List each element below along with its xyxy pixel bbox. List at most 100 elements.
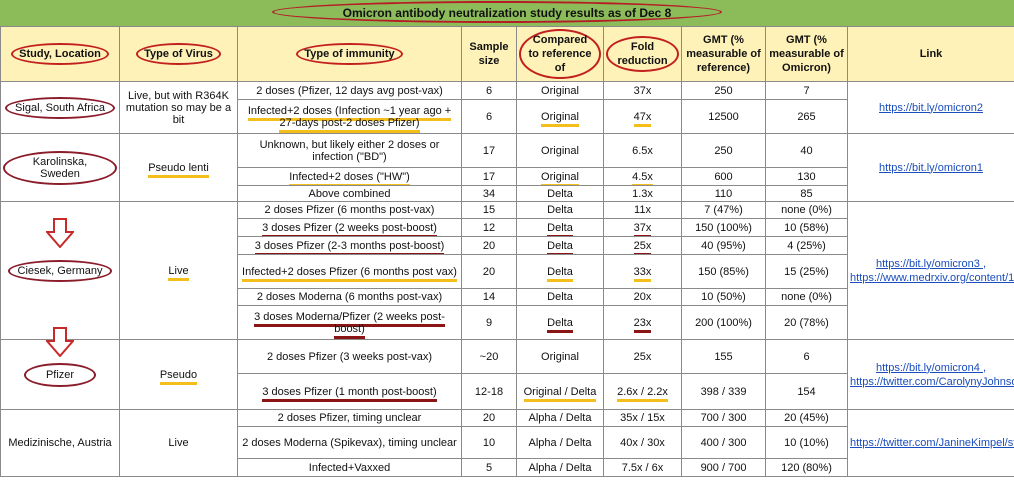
down-arrow-icon [46, 218, 74, 248]
fold-cell: 6.5x [603, 133, 682, 168]
fold-cell: 25x [603, 339, 682, 374]
gmt-ref-cell: 150 (85%) [681, 254, 766, 289]
immunity-cell: 2 doses (Pfizer, 12 days avg post-vax) [237, 81, 462, 100]
header-row: Study, Location Type of Virus Type of im… [0, 26, 1014, 82]
gmt-omi-cell: 7 [765, 81, 848, 100]
immunity-cell: 3 doses Pfizer (2-3 months post-boost) [237, 236, 462, 255]
fold-cell: 7.5x / 6x [603, 458, 682, 477]
gmt-ref-cell: 398 / 339 [681, 373, 766, 410]
gmt-omi-cell: 265 [765, 99, 848, 134]
study-medizin: Medizinische, Austria [0, 409, 120, 477]
sample-cell: 5 [461, 458, 517, 477]
header-fold: Fold reduction [603, 26, 682, 82]
fold-cell: 35x / 15x [603, 409, 682, 427]
sample-cell: 6 [461, 99, 517, 134]
link-sigal[interactable]: https://bit.ly/omicron2 [847, 81, 1014, 134]
gmt-ref-cell: 155 [681, 339, 766, 374]
gmt-ref-cell: 900 / 700 [681, 458, 766, 477]
sample-cell: 17 [461, 167, 517, 186]
header-gmt-ref: GMT (% measurable of reference) [681, 26, 766, 82]
fold-cell: 2.6x / 2.2x [603, 373, 682, 410]
immunity-cell: 2 doses Moderna (6 months post-vax) [237, 288, 462, 306]
sample-cell: 14 [461, 288, 517, 306]
sample-cell: 9 [461, 305, 517, 340]
virus-sigal: Live, but with R364K mutation so may be … [119, 81, 238, 134]
gmt-ref-cell: 10 (50%) [681, 288, 766, 306]
fold-cell: 37x [603, 81, 682, 100]
gmt-omi-cell: 40 [765, 133, 848, 168]
fold-cell: 20x [603, 288, 682, 306]
results-table: Study, Location Type of Virus Type of im… [0, 26, 1014, 477]
link-pfizer[interactable]: https://bit.ly/omicron4 , https://twitte… [847, 339, 1014, 410]
gmt-omi-cell: 120 (80%) [765, 458, 848, 477]
immunity-cell: Unknown, but likely either 2 doses or in… [237, 133, 462, 168]
gmt-ref-cell: 110 [681, 185, 766, 202]
down-arrow-icon [46, 327, 74, 357]
fold-cell: 4.5x [603, 167, 682, 186]
title-annotation-oval [272, 1, 722, 23]
link-medizin[interactable]: https://twitter.com/JanineKimpel/status/… [847, 409, 1014, 477]
sample-cell: 34 [461, 185, 517, 202]
gmt-ref-cell: 150 (100%) [681, 218, 766, 237]
compared-cell: Delta [516, 305, 604, 340]
immunity-cell: 3 doses Pfizer (1 month post-boost) [237, 373, 462, 410]
link-karolinska[interactable]: https://bit.ly/omicron1 [847, 133, 1014, 202]
study-cell-sigal: Sigal, South Africa [0, 81, 120, 134]
header-sample: Sample size [461, 26, 517, 82]
compared-cell: Delta [516, 236, 604, 255]
gmt-ref-cell: 7 (47%) [681, 201, 766, 219]
sample-cell: ~20 [461, 339, 517, 374]
gmt-omi-cell: 85 [765, 185, 848, 202]
sample-cell: 20 [461, 254, 517, 289]
fold-cell: 11x [603, 201, 682, 219]
gmt-omi-cell: 6 [765, 339, 848, 374]
sample-cell: 15 [461, 201, 517, 219]
sample-cell: 10 [461, 426, 517, 459]
compared-cell: Original [516, 133, 604, 168]
fold-cell: 47x [603, 99, 682, 134]
gmt-ref-cell: 600 [681, 167, 766, 186]
gmt-omi-cell: 10 (10%) [765, 426, 848, 459]
fold-cell: 40x / 30x [603, 426, 682, 459]
gmt-omi-cell: none (0%) [765, 288, 848, 306]
table-row: Sigal, South Africa Live, but with R364K… [0, 81, 1014, 134]
table-row: Pfizer Pseudo 2 doses Pfizer (3 weeks po… [0, 339, 1014, 410]
compared-cell: Delta [516, 185, 604, 202]
immunity-cell: 3 doses Moderna/Pfizer (2 weeks post-boo… [237, 305, 462, 340]
immunity-cell: 2 doses Pfizer, timing unclear [237, 409, 462, 427]
compared-cell: Alpha / Delta [516, 409, 604, 427]
gmt-ref-cell: 12500 [681, 99, 766, 134]
compared-cell: Delta [516, 288, 604, 306]
immunity-cell: 2 doses Pfizer (6 months post-vax) [237, 201, 462, 219]
fold-cell: 23x [603, 305, 682, 340]
immunity-cell: 2 doses Pfizer (3 weeks post-vax) [237, 339, 462, 374]
compared-cell: Delta [516, 254, 604, 289]
immunity-cell: 2 doses Moderna (Spikevax), timing uncle… [237, 426, 462, 459]
gmt-ref-cell: 400 / 300 [681, 426, 766, 459]
gmt-omi-cell: 154 [765, 373, 848, 410]
sample-cell: 12-18 [461, 373, 517, 410]
gmt-omi-cell: 10 (58%) [765, 218, 848, 237]
study-sigal: Sigal, South Africa [5, 96, 115, 119]
table-row: Karolinska, Sweden Pseudo lenti Unknown,… [0, 133, 1014, 202]
header-link: Link [847, 26, 1014, 82]
virus-ciesek: Live [119, 201, 238, 340]
header-study: Study, Location [0, 26, 120, 82]
link-ciesek[interactable]: https://bit.ly/omicron3 , https://www.me… [847, 201, 1014, 340]
gmt-omi-cell: 20 (45%) [765, 409, 848, 427]
sample-cell: 6 [461, 81, 517, 100]
immunity-cell: Infected+2 doses ("HW") [237, 167, 462, 186]
sample-cell: 20 [461, 409, 517, 427]
header-virus: Type of Virus [119, 26, 238, 82]
immunity-cell: 3 doses Pfizer (2 weeks post-boost) [237, 218, 462, 237]
fold-cell: 25x [603, 236, 682, 255]
compared-cell: Original / Delta [516, 373, 604, 410]
compared-cell: Original [516, 99, 604, 134]
fold-cell: 1.3x [603, 185, 682, 202]
compared-cell: Delta [516, 201, 604, 219]
gmt-ref-cell: 40 (95%) [681, 236, 766, 255]
compared-cell: Alpha / Delta [516, 426, 604, 459]
gmt-omi-cell: 4 (25%) [765, 236, 848, 255]
sample-cell: 17 [461, 133, 517, 168]
table-row: Ciesek, Germany Live 2 doses Pfizer (6 m… [0, 201, 1014, 340]
